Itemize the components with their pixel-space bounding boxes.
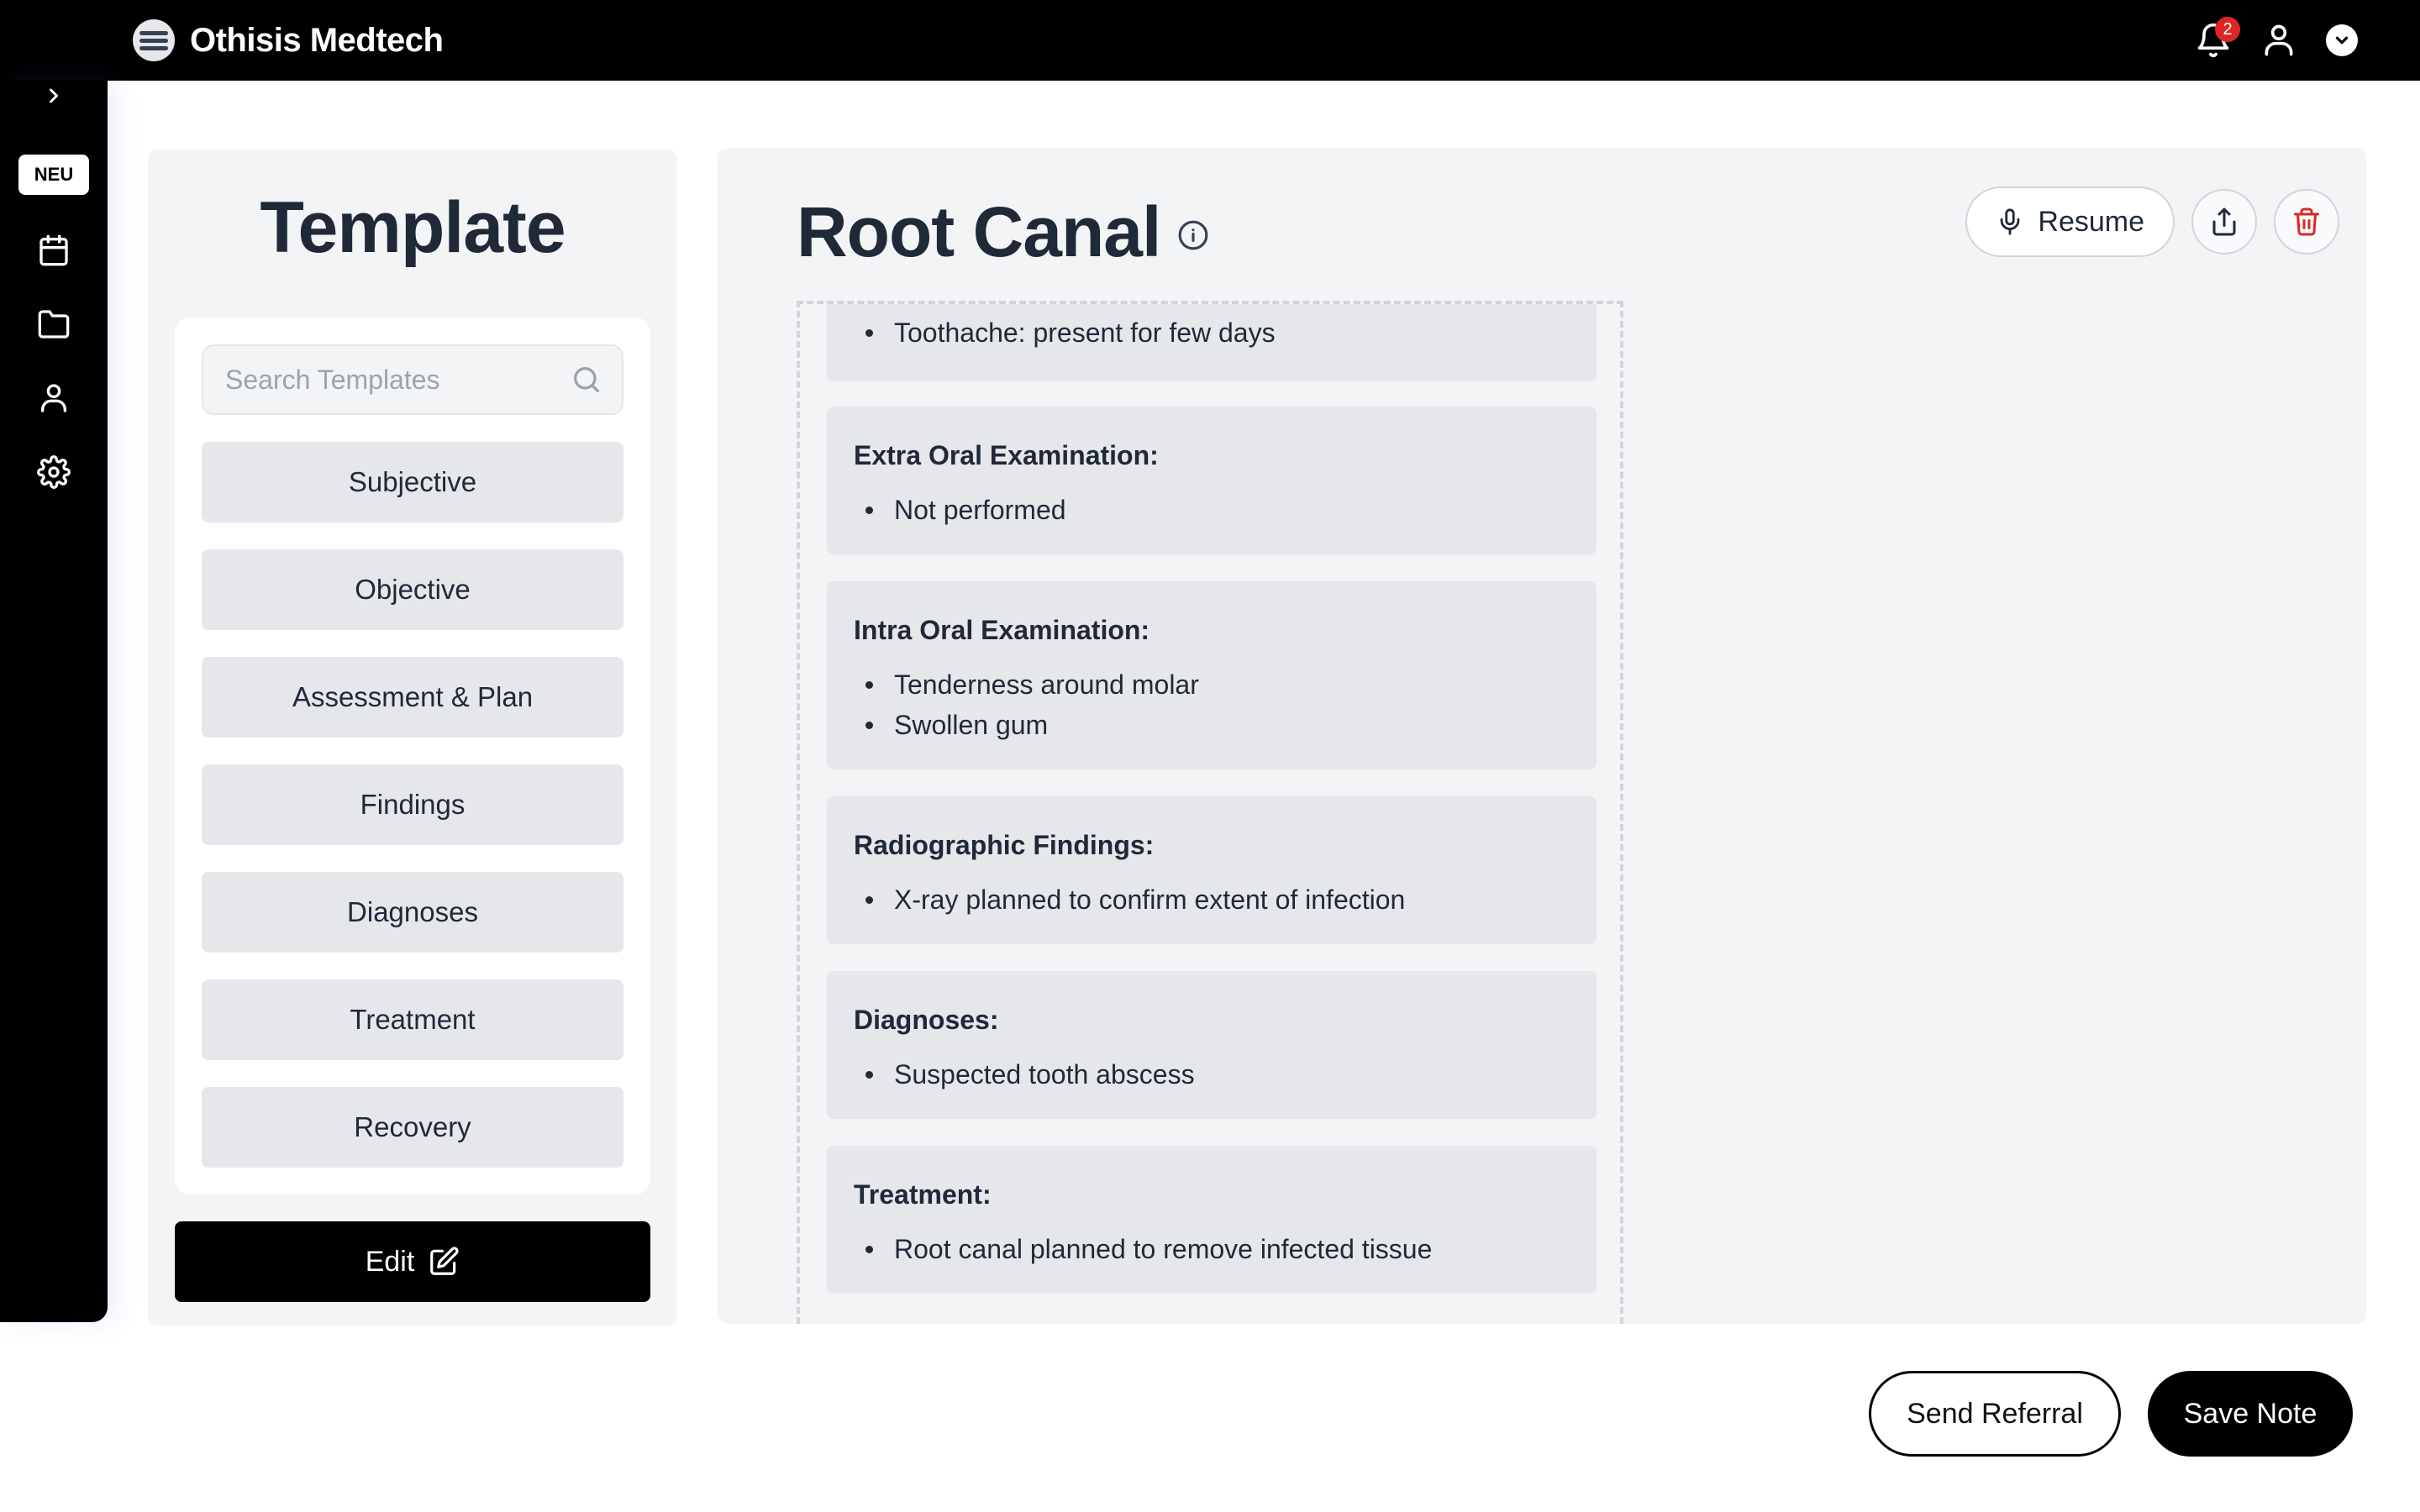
chevron-down-icon [2335,36,2349,45]
template-item-subjective[interactable]: Subjective [202,442,623,522]
note-section-item: Not performed [854,490,1570,530]
resume-label: Resume [2038,205,2144,238]
template-panel: Template Subjective Objective Assessment… [148,150,677,1326]
note-section-card[interactable]: Intra Oral Examination: Tenderness aroun… [827,581,1597,769]
note-section-heading: Radiographic Findings: [854,830,1155,860]
template-search [202,344,623,415]
new-note-badge[interactable]: NEU [18,155,89,195]
note-title-text: Root Canal [797,192,1161,271]
brand[interactable]: Othisis Medtech [133,18,444,62]
note-sections-container: Toothache: present for few days Extra Or… [797,301,1623,1324]
note-section-card[interactable]: Toothache: present for few days [827,304,1597,381]
note-section-heading: Intra Oral Examination: [854,615,1150,645]
note-section-card[interactable]: Radiographic Findings: X-ray planned to … [827,796,1597,944]
notification-badge: 2 [2215,17,2240,42]
template-item-assessment-plan[interactable]: Assessment & Plan [202,657,623,738]
calendar-icon[interactable] [37,234,71,267]
note-section-heading: Diagnoses: [854,1005,999,1035]
template-search-input[interactable] [225,346,561,413]
user-icon[interactable] [37,381,71,415]
info-icon[interactable] [1177,219,1209,251]
note-title: Root Canal [797,192,1209,273]
gear-icon[interactable] [37,455,71,489]
template-item-recovery[interactable]: Recovery [202,1087,623,1168]
edit-button[interactable]: Edit [175,1221,650,1302]
share-icon [2212,207,2236,236]
note-section-item: Root canal planned to remove infected ti… [854,1229,1570,1269]
delete-button[interactable] [2274,189,2339,255]
template-item-treatment[interactable]: Treatment [202,979,623,1060]
note-section-heading: Extra Oral Examination: [854,440,1159,470]
note-section-item: X-ray planned to confirm extent of infec… [854,879,1570,920]
save-note-button[interactable]: Save Note [2148,1371,2353,1457]
share-button[interactable] [2191,189,2257,255]
note-section-heading: Treatment: [854,1179,992,1210]
template-list: Subjective Objective Assessment & Plan F… [175,318,650,1194]
template-item-objective[interactable]: Objective [202,549,623,630]
template-item-diagnoses[interactable]: Diagnoses [202,872,623,953]
resume-button[interactable]: Resume [1965,186,2175,257]
note-section-card[interactable]: Diagnoses: Suspected tooth abscess [827,971,1597,1119]
sidebar-rail: NEU [0,81,108,1322]
note-panel: Root Canal Resume Toothache: present for… [718,148,2366,1324]
folder-icon[interactable] [37,307,71,341]
note-section-item: Toothache: present for few days [854,312,1570,353]
note-section-item: Suspected tooth abscess [854,1054,1570,1095]
edit-icon [430,1247,459,1275]
search-icon[interactable] [570,363,603,396]
account-menu-button[interactable] [2326,24,2358,56]
edit-button-label: Edit [365,1245,415,1278]
top-bar: Othisis Medtech 2 [0,0,2420,81]
brand-logo-icon [133,19,175,61]
note-section-item: Tenderness around molar [854,664,1570,705]
note-section-card[interactable]: Treatment: Root canal planned to remove … [827,1146,1597,1294]
template-item-findings[interactable]: Findings [202,764,623,845]
template-panel-title: Template [260,187,566,268]
chevron-right-icon[interactable] [42,79,66,113]
trash-icon [2294,207,2319,236]
user-icon[interactable] [2260,20,2297,60]
note-section-card[interactable]: Extra Oral Examination: Not performed [827,407,1597,554]
send-referral-button[interactable]: Send Referral [1869,1371,2121,1457]
microphone-icon [2001,208,2020,235]
notifications-button[interactable]: 2 [2195,17,2240,60]
brand-name: Othisis Medtech [190,21,444,59]
note-section-item: Swollen gum [854,705,1570,745]
